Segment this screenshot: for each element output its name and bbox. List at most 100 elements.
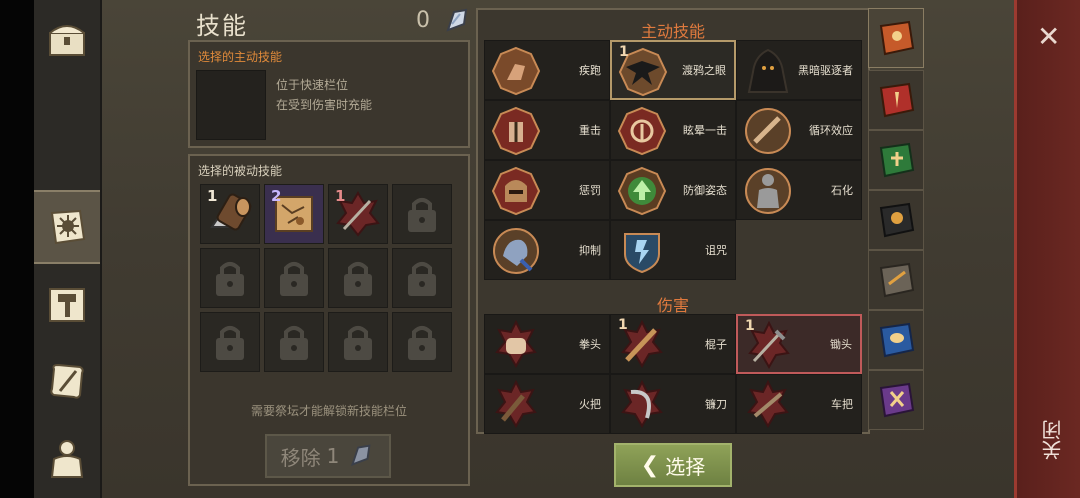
close-icon[interactable]: ✕	[1037, 20, 1060, 53]
passive-slot-map[interactable]: 2	[264, 184, 324, 244]
skill-label: 镰刀	[705, 398, 727, 411]
locked-slot	[392, 184, 452, 244]
stun-strike-icon	[617, 106, 667, 156]
unlock-hint: 需要祭坛才能解锁新技能栏位	[250, 404, 407, 418]
nav-crafting-button[interactable]	[34, 270, 100, 340]
tab-green-book[interactable]	[868, 130, 924, 190]
remove-button-count: 1	[326, 444, 340, 468]
brown-book-icon	[879, 262, 915, 298]
skill-sickle[interactable]: 镰刀	[610, 374, 736, 434]
curse-shield-icon	[624, 233, 660, 274]
locked-slot	[328, 248, 388, 308]
remove-button[interactable]: 移除 1	[265, 434, 391, 478]
lock-icon	[344, 326, 372, 360]
lock-icon	[280, 326, 308, 360]
locked-slot	[328, 312, 388, 372]
scroll-quill-icon	[50, 363, 84, 399]
locked-slot	[264, 248, 324, 308]
locked-slot	[392, 248, 452, 308]
skill-label: 石化	[831, 184, 853, 197]
hooded-figure-icon	[747, 48, 789, 93]
skill-dark-expeller[interactable]: 黑暗驱逐者	[736, 40, 862, 100]
skill-label: 渡鸦之眼	[682, 64, 726, 77]
skill-torch[interactable]: 火把	[484, 374, 610, 434]
selected-active-skill-panel: 选择的主动技能 位于快速栏位 在受到伤害时充能	[188, 40, 470, 148]
active-skill-slot[interactable]	[196, 70, 266, 140]
skill-heavy-strike[interactable]: 重击	[484, 100, 610, 160]
skill-label: 锄头	[830, 338, 852, 351]
lock-icon	[280, 262, 308, 296]
skill-count: 1	[619, 44, 629, 60]
character-equipment-icon	[50, 440, 84, 478]
skill-count: 1	[745, 318, 755, 334]
side-navigation	[34, 0, 102, 498]
petrify-statue-icon	[745, 168, 791, 214]
skill-count: 1	[618, 317, 628, 333]
skill-sprint[interactable]: 疾跑	[484, 40, 610, 100]
nav-character-button[interactable]	[34, 424, 100, 494]
damage-title: 伤害	[656, 296, 689, 315]
lock-icon	[408, 262, 436, 296]
chevron-left-icon: ❮	[640, 452, 660, 478]
close-panel[interactable]: ✕ 关闭	[1014, 0, 1080, 498]
close-label[interactable]: 关闭	[1041, 420, 1065, 460]
green-book-icon	[879, 142, 915, 178]
tab-sun-book[interactable]	[868, 8, 924, 68]
skill-label: 车把	[831, 398, 853, 411]
skill-stick[interactable]: 1 棍子	[610, 314, 736, 374]
passive-slot-count: 1	[335, 187, 346, 205]
skill-petrify[interactable]: 石化	[736, 160, 862, 220]
active-skills-title: 主动技能	[640, 22, 705, 41]
active-skill-desc-line1: 位于快速栏位	[276, 78, 349, 92]
crafting-hammer-icon	[49, 288, 85, 322]
nav-journal-button[interactable]	[34, 346, 100, 416]
skill-defense-stance[interactable]: 防御姿态	[610, 160, 736, 220]
blue-book-icon	[879, 322, 915, 358]
skill-label: 惩罚	[579, 184, 601, 197]
purple-book-icon	[879, 382, 915, 418]
skill-raven-eye[interactable]: 1 渡鸦之眼	[610, 40, 736, 100]
defense-stance-icon	[617, 166, 667, 216]
cycle-effect-icon	[745, 108, 791, 154]
skill-punish[interactable]: 惩罚	[484, 160, 610, 220]
sun-book-icon	[879, 20, 915, 56]
remove-button-label: 移除	[280, 445, 321, 470]
select-button-label: 选择	[665, 454, 706, 479]
passive-slot-count: 2	[271, 187, 282, 205]
skill-label: 棍子	[705, 338, 727, 351]
skill-suppress[interactable]: 抑制	[484, 220, 610, 280]
passive-slot-logs[interactable]: 1	[200, 184, 260, 244]
skill-fist[interactable]: 拳头	[484, 314, 610, 374]
skill-category-tabs	[868, 8, 924, 434]
skill-curse[interactable]: 诅咒	[610, 220, 736, 280]
nav-skills-button[interactable]	[34, 190, 100, 264]
nav-chest-button[interactable]	[34, 4, 100, 74]
chest-icon	[49, 25, 85, 56]
select-button[interactable]: ❮ 选择	[614, 443, 732, 487]
skill-label: 眩晕一击	[683, 124, 727, 137]
lock-icon	[408, 198, 436, 232]
punish-helmet-icon	[491, 166, 541, 216]
skill-cycle-effect[interactable]: 循环效应	[736, 100, 862, 160]
skill-label: 黑暗驱逐者	[798, 64, 853, 77]
passive-slot-spear[interactable]: 1	[328, 184, 388, 244]
skill-handlebar[interactable]: 车把	[736, 374, 862, 434]
skill-stun-strike[interactable]: 眩晕一击	[610, 100, 736, 160]
active-skill-desc-line2: 在受到伤害时充能	[276, 98, 373, 112]
lock-icon	[408, 326, 436, 360]
torch-icon	[495, 380, 537, 428]
lock-icon	[216, 262, 244, 296]
tab-blue-book[interactable]	[868, 310, 924, 370]
handlebar-icon	[747, 380, 789, 428]
tab-dark-book[interactable]	[868, 190, 924, 250]
heavy-strike-icon	[491, 106, 541, 156]
screen-edge	[0, 0, 34, 498]
tab-brown-book[interactable]	[868, 250, 924, 310]
skill-hoe[interactable]: 1 锄头	[736, 314, 862, 374]
tab-purple-book[interactable]	[868, 370, 924, 430]
skills-book-icon	[50, 209, 86, 245]
fist-icon	[495, 320, 537, 368]
red-book-icon	[879, 82, 915, 118]
dark-book-icon	[879, 202, 915, 238]
tab-red-book[interactable]	[868, 70, 924, 130]
